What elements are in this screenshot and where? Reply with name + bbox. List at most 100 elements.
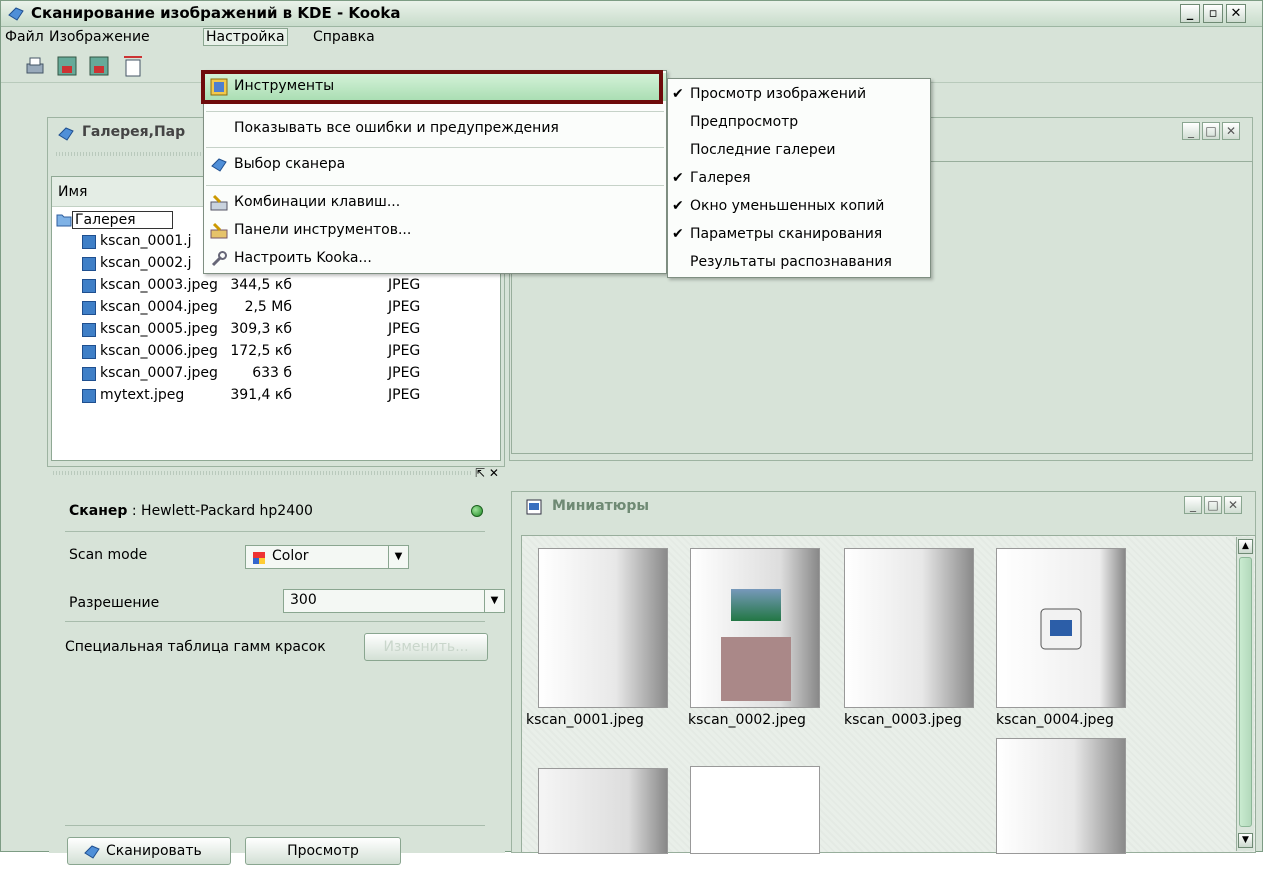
- submenu-item-thumbnails[interactable]: ✔ Окно уменьшенных копий: [668, 193, 930, 221]
- image-file-icon: [82, 301, 96, 315]
- table-row[interactable]: kscan_0006.jpeg 172,5 кб JPEG: [52, 342, 500, 364]
- submenu-item-gallery[interactable]: ✔ Галерея: [668, 165, 930, 193]
- thumbnail-label: kscan_0001.jpeg: [526, 712, 644, 728]
- save-image-icon[interactable]: [55, 54, 79, 78]
- submenu-item-image-viewer[interactable]: ✔ Просмотр изображений: [668, 81, 930, 109]
- thumbnail-label: kscan_0004.jpeg: [996, 712, 1114, 728]
- divider: [65, 531, 485, 532]
- menu-help[interactable]: Справка: [313, 29, 375, 45]
- panel-maximize-button[interactable]: □: [1204, 496, 1222, 514]
- highlight-frame: [201, 70, 663, 104]
- submenu-item-recent-galleries[interactable]: Последние галереи: [668, 137, 930, 165]
- panel-maximize-button[interactable]: □: [1202, 122, 1220, 140]
- app-window: Сканирование изображений в KDE - Kooka _…: [0, 0, 1263, 865]
- table-row[interactable]: kscan_0007.jpeg 633 б JPEG: [52, 364, 500, 386]
- thumbnail-kscan-0007[interactable]: [996, 738, 1126, 854]
- thumbnail-kscan-0004[interactable]: [996, 548, 1126, 708]
- thumbnails-scrollbar[interactable]: ▲ ▼: [1236, 537, 1254, 851]
- save-copy-icon[interactable]: [87, 54, 111, 78]
- left-splitter-grip[interactable]: [53, 471, 471, 475]
- menu-item-label: Панели инструментов...: [234, 222, 412, 238]
- window-title: Сканирование изображений в KDE - Kooka: [31, 4, 401, 22]
- file-name: kscan_0001.j: [100, 233, 192, 249]
- table-row[interactable]: kscan_0005.jpeg 309,3 кб JPEG: [52, 320, 500, 342]
- menu-file[interactable]: Файл: [5, 29, 44, 45]
- kooka-app-icon: [8, 7, 24, 21]
- image-file-icon: [82, 323, 96, 337]
- submenu-item-scan-params[interactable]: ✔ Параметры сканирования: [668, 221, 930, 249]
- panel-minimize-button[interactable]: _: [1184, 496, 1202, 514]
- keyboard-icon: [210, 194, 228, 211]
- panel-minimize-button[interactable]: _: [1182, 122, 1200, 140]
- file-type: JPEG: [388, 365, 421, 381]
- menu-item-show-warnings[interactable]: Показывать все ошибки и предупреждения: [204, 115, 666, 143]
- menu-image[interactable]: Изображение: [49, 29, 150, 45]
- image-file-icon: [82, 345, 96, 359]
- menu-item-label: Выбор сканера: [234, 156, 346, 172]
- table-row[interactable]: kscan_0003.jpeg 344,5 кб JPEG: [52, 276, 500, 298]
- file-size: 172,5 кб: [230, 343, 292, 359]
- submenu-item-ocr-results[interactable]: Результаты распознавания: [668, 249, 930, 277]
- thumbnail-grid[interactable]: kscan_0001.jpeg kscan_0002.jpeg kscan_00…: [521, 535, 1256, 854]
- menu-item-label: Настроить Kooka...: [234, 250, 372, 266]
- scroll-up-button[interactable]: ▲: [1238, 539, 1253, 554]
- menu-item-select-scanner[interactable]: Выбор сканера: [204, 151, 666, 179]
- resolution-value: 300: [290, 592, 317, 608]
- table-row[interactable]: mytext.jpeg 391,4 кб JPEG: [52, 386, 500, 408]
- submenu-item-label: Последние галереи: [690, 142, 836, 158]
- submenu-item-preview[interactable]: Предпросмотр: [668, 109, 930, 137]
- thumbnail-kscan-0006[interactable]: [690, 766, 820, 854]
- image-file-icon: [82, 389, 96, 403]
- file-type: JPEG: [388, 321, 421, 337]
- resolution-select[interactable]: 300 ▼: [283, 589, 505, 613]
- menu-item-shortcuts[interactable]: Комбинации клавиш...: [204, 189, 666, 217]
- menu-separator: [206, 185, 664, 186]
- file-size: 633 б: [252, 365, 292, 381]
- check-icon: ✔: [672, 198, 684, 214]
- menu-bar: Файл Изображение Настройка Справка: [1, 27, 1262, 49]
- image-placeholder-icon: [1040, 608, 1082, 650]
- chevron-down-icon[interactable]: ▼: [484, 590, 504, 612]
- image-file-icon: [82, 367, 96, 381]
- menu-item-configure-kooka[interactable]: Настроить Kooka...: [204, 245, 666, 273]
- thumbnail-kscan-0003[interactable]: [844, 548, 974, 708]
- scroll-down-button[interactable]: ▼: [1238, 833, 1253, 848]
- title-bar[interactable]: Сканирование изображений в KDE - Kooka _…: [1, 1, 1262, 27]
- print-icon[interactable]: [23, 54, 47, 78]
- divider: [65, 621, 485, 622]
- scan-button[interactable]: Сканировать: [67, 837, 231, 865]
- folder-open-icon: [56, 214, 72, 227]
- thumbnail-kscan-0005[interactable]: [538, 768, 668, 854]
- thumbnail-kscan-0001[interactable]: [538, 548, 668, 708]
- scan-mode-select[interactable]: Color ▼: [245, 545, 409, 569]
- menu-settings[interactable]: Настройка: [203, 28, 288, 46]
- submenu-item-label: Окно уменьшенных копий: [690, 198, 885, 214]
- chevron-down-icon[interactable]: ▼: [388, 546, 408, 568]
- scan-mode-value: Color: [272, 548, 309, 564]
- menu-item-toolbars[interactable]: Панели инструментов...: [204, 217, 666, 245]
- menu-separator: [206, 147, 664, 148]
- scrollbar-thumb[interactable]: [1239, 557, 1252, 827]
- minimize-button[interactable]: _: [1180, 4, 1200, 23]
- resolution-label: Разрешение: [69, 595, 160, 611]
- divider: [65, 825, 485, 826]
- close-button[interactable]: ✕: [1226, 4, 1246, 23]
- maximize-button[interactable]: ▫: [1203, 4, 1223, 23]
- preview-button[interactable]: Просмотр: [245, 837, 401, 865]
- panel-close-button[interactable]: ✕: [1224, 496, 1242, 514]
- check-icon: ✔: [672, 170, 684, 186]
- scan-mode-label: Scan mode: [69, 547, 148, 563]
- file-name: kscan_0003.jpeg: [100, 277, 218, 293]
- panel-close-button[interactable]: ✕: [1222, 122, 1240, 140]
- thumbnail-kscan-0002[interactable]: [690, 548, 820, 708]
- file-name: kscan_0005.jpeg: [100, 321, 218, 337]
- table-row[interactable]: kscan_0004.jpeg 2,5 Мб JPEG: [52, 298, 500, 320]
- gamma-edit-button[interactable]: Изменить...: [364, 633, 488, 661]
- scan-icon: [84, 845, 100, 859]
- column-name-header[interactable]: Имя: [58, 184, 87, 200]
- scan-button-label: Сканировать: [106, 843, 202, 859]
- fit-height-icon[interactable]: [121, 54, 145, 78]
- submenu-item-label: Предпросмотр: [690, 114, 799, 130]
- file-name: mytext.jpeg: [100, 387, 185, 403]
- gamma-table-label: Специальная таблица гамм красок: [65, 639, 326, 655]
